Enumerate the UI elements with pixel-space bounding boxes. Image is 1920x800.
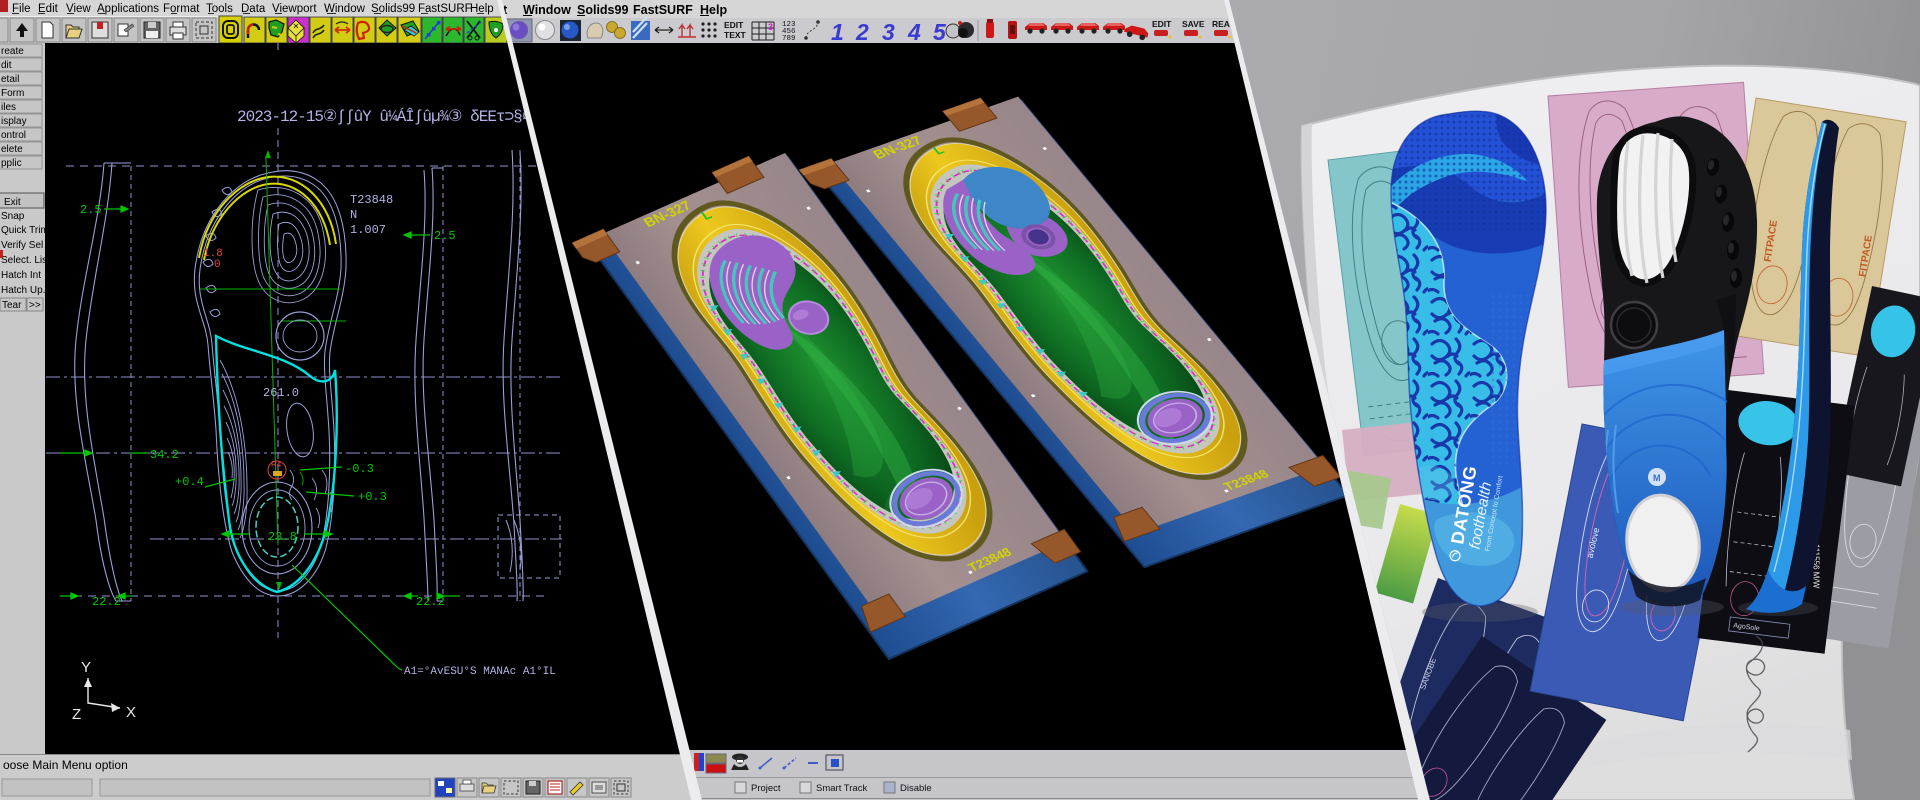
svg-text:23.8: 23.8 xyxy=(268,530,297,544)
svg-text:READ: READ xyxy=(1212,19,1236,29)
svg-text:R4: R4 xyxy=(271,460,282,469)
svg-text:isplay: isplay xyxy=(1,116,27,127)
svg-text:Z: Z xyxy=(72,706,81,723)
svg-text:Snap: Snap xyxy=(1,211,25,222)
svg-text:Quick Trim: Quick Trim xyxy=(1,225,49,236)
svg-text:Help: Help xyxy=(700,3,727,17)
svg-text:reate: reate xyxy=(1,46,24,57)
svg-text:iles: iles xyxy=(1,102,16,113)
svg-text:Y: Y xyxy=(81,659,91,676)
svg-text:ontrol: ontrol xyxy=(1,130,26,141)
svg-text:Hatch Int: Hatch Int xyxy=(1,270,41,281)
svg-text:etail: etail xyxy=(1,74,19,85)
svg-text:elete: elete xyxy=(1,144,23,155)
svg-text:Select. List: Select. List xyxy=(1,255,50,266)
svg-text:-0.3: -0.3 xyxy=(345,462,374,476)
svg-text:2023-12-15②∫∫ûY û¼ÁÎ∫ûµ¾③ δΕΕτ: 2023-12-15②∫∫ûY û¼ÁÎ∫ûµ¾③ δΕΕτ⊃§¤ ⊃§ xyxy=(237,107,557,126)
svg-text:Project: Project xyxy=(751,783,781,794)
svg-text:1.007: 1.007 xyxy=(350,223,386,237)
svg-text:Hatch Up.: Hatch Up. xyxy=(1,285,45,296)
svg-text:Form: Form xyxy=(1,88,24,99)
svg-text:N: N xyxy=(350,208,357,222)
svg-text:FastSURF: FastSURF xyxy=(633,3,693,17)
svg-text:3: 3 xyxy=(882,19,895,45)
svg-text:EDIT: EDIT xyxy=(1152,19,1172,29)
svg-text:22.2: 22.2 xyxy=(92,595,121,609)
svg-text:Window: Window xyxy=(523,3,571,17)
svg-text:789: 789 xyxy=(782,35,796,43)
svg-text:T23848: T23848 xyxy=(350,193,393,207)
svg-text:Smart Track: Smart Track xyxy=(816,783,867,794)
svg-text:A1=°AvESU°S MANAc A1°IL: A1=°AvESU°S MANAc A1°IL xyxy=(404,666,556,678)
svg-text:SAVE: SAVE xyxy=(1182,19,1205,29)
svg-text:4: 4 xyxy=(907,19,921,45)
svg-text:Applications: Applications xyxy=(97,3,159,15)
svg-text:+0.3: +0.3 xyxy=(358,490,387,504)
svg-text:3: 3 xyxy=(768,22,773,32)
svg-text:>>: >> xyxy=(29,300,41,311)
svg-text:261.0: 261.0 xyxy=(263,386,299,400)
svg-text:0: 0 xyxy=(214,259,221,271)
svg-text:34.2: 34.2 xyxy=(150,448,179,462)
svg-text:Tear: Tear xyxy=(2,300,22,311)
svg-text:X: X xyxy=(126,704,136,721)
svg-text:EDIT: EDIT xyxy=(724,20,744,30)
svg-text:pplic: pplic xyxy=(1,158,22,169)
svg-text:dit: dit xyxy=(1,60,12,71)
svg-text:TEXT: TEXT xyxy=(724,30,747,40)
svg-text:Verify Sel: Verify Sel xyxy=(1,240,43,251)
svg-text:5: 5 xyxy=(933,19,947,45)
svg-text:2.5: 2.5 xyxy=(434,229,456,243)
svg-text:1: 1 xyxy=(831,19,844,45)
svg-text:+0.4: +0.4 xyxy=(175,475,204,489)
svg-text:Exit: Exit xyxy=(4,197,21,208)
svg-text:oose Main Menu option: oose Main Menu option xyxy=(3,758,128,772)
svg-text:2: 2 xyxy=(855,19,869,45)
svg-text:Format: Format xyxy=(163,3,200,15)
svg-text:2.5: 2.5 xyxy=(80,203,102,217)
svg-text:M: M xyxy=(1653,473,1661,483)
svg-text:Solids99: Solids99 xyxy=(577,3,628,17)
svg-text:Disable: Disable xyxy=(900,783,932,794)
